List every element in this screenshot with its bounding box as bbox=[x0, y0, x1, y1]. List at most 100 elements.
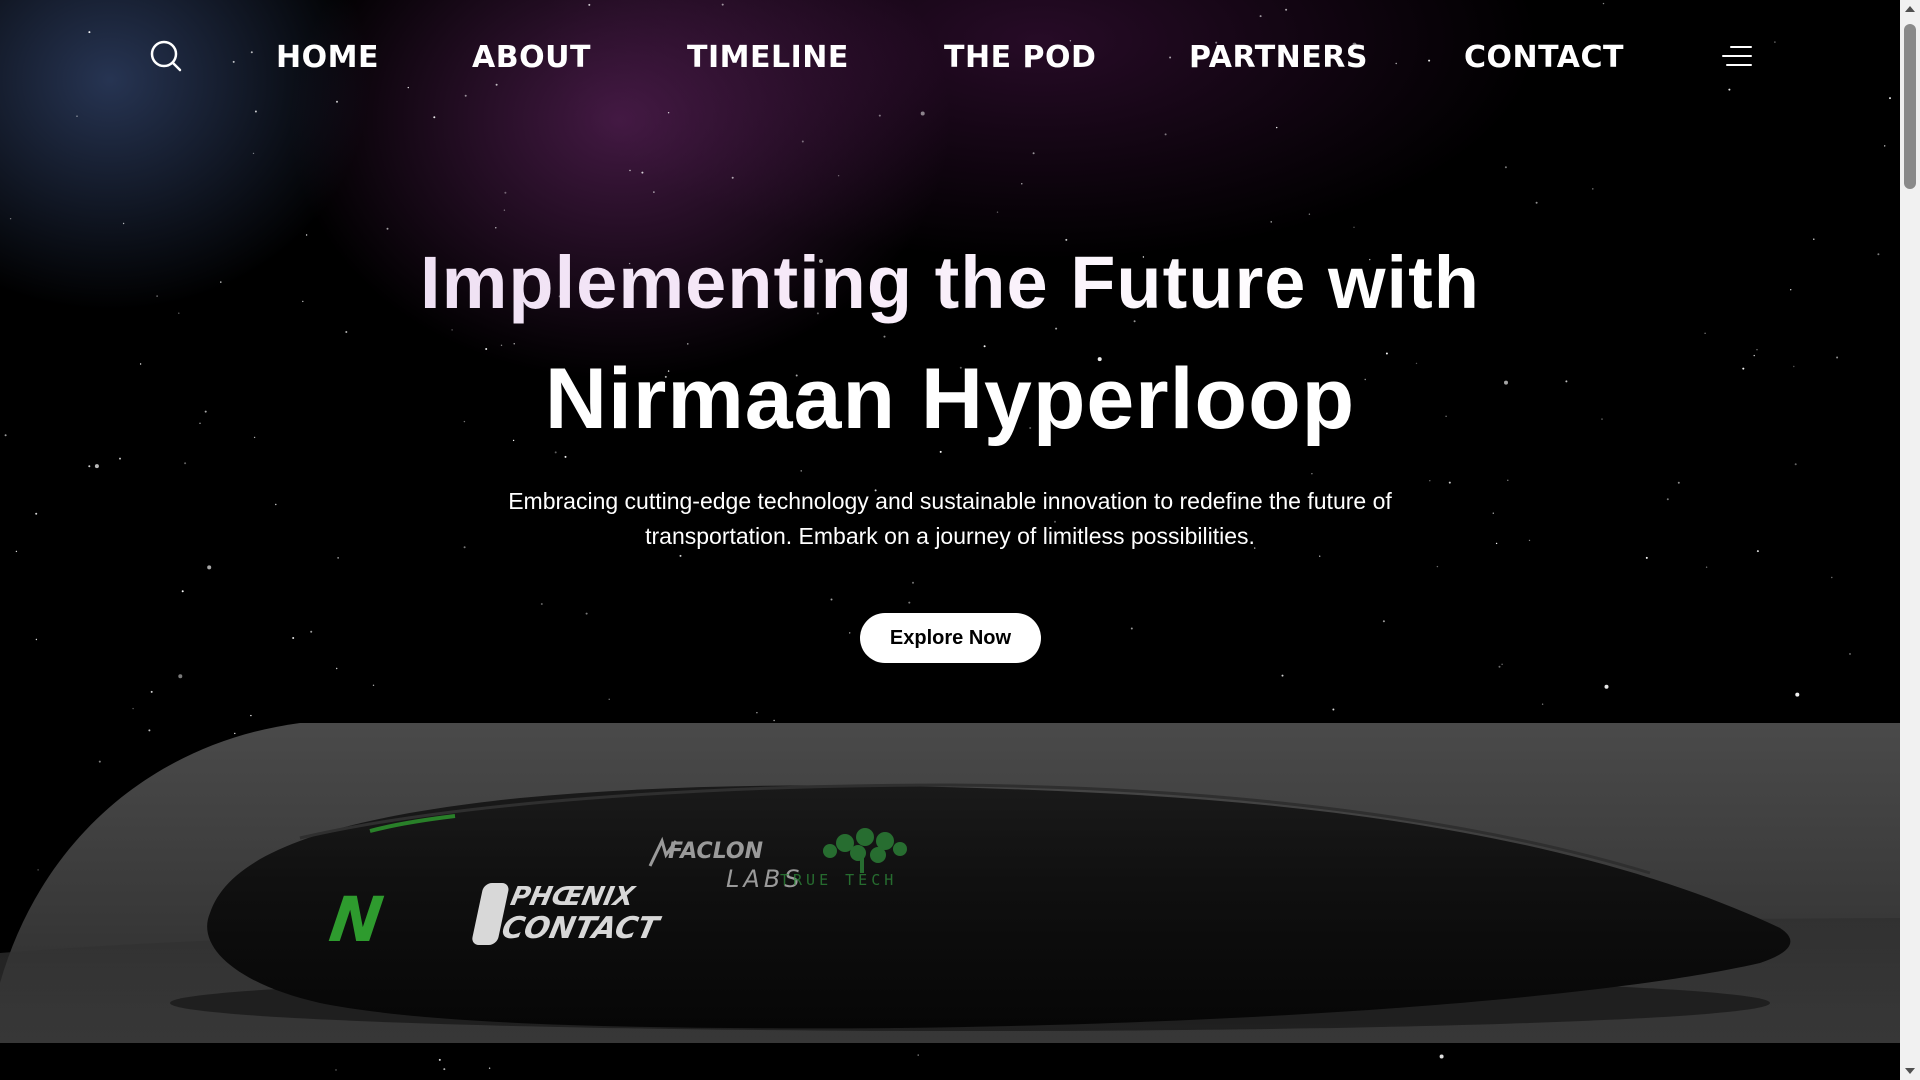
star bbox=[88, 465, 91, 468]
star bbox=[1439, 1054, 1444, 1059]
star bbox=[608, 698, 610, 700]
hero-subtitle: Embracing cutting-edge technology and su… bbox=[508, 488, 1392, 549]
star bbox=[917, 1054, 919, 1056]
nav-partners-link[interactable]: PARTNERS bbox=[1189, 40, 1368, 75]
star bbox=[1535, 201, 1538, 204]
star bbox=[310, 630, 313, 633]
star bbox=[837, 175, 840, 177]
star bbox=[513, 343, 515, 345]
star bbox=[178, 674, 183, 679]
star bbox=[503, 209, 506, 211]
star bbox=[292, 637, 295, 639]
nav-contact-link[interactable]: CONTACT bbox=[1464, 40, 1624, 75]
star bbox=[731, 176, 734, 179]
star bbox=[438, 1058, 441, 1061]
star bbox=[181, 590, 184, 593]
nav-about-link[interactable]: ABOUT bbox=[472, 40, 591, 75]
star bbox=[337, 557, 339, 559]
star bbox=[1501, 663, 1503, 665]
star bbox=[207, 565, 212, 570]
explore-now-button[interactable]: Explore Now bbox=[860, 613, 1041, 663]
star bbox=[801, 140, 804, 143]
pod-n-logo: N bbox=[325, 883, 387, 956]
star bbox=[908, 601, 911, 604]
star bbox=[1498, 665, 1501, 668]
star bbox=[687, 343, 689, 345]
star bbox=[564, 455, 567, 458]
nav-timeline-link[interactable]: TIMELINE bbox=[687, 40, 849, 75]
star bbox=[500, 344, 503, 346]
star bbox=[488, 1067, 491, 1069]
star bbox=[1436, 565, 1439, 568]
menu-icon[interactable] bbox=[1720, 44, 1752, 70]
star bbox=[1021, 183, 1023, 185]
star bbox=[1311, 473, 1313, 475]
star bbox=[122, 222, 125, 225]
star bbox=[386, 227, 389, 230]
star bbox=[336, 667, 338, 670]
star bbox=[540, 603, 543, 605]
star bbox=[1666, 498, 1669, 501]
star bbox=[1705, 566, 1708, 568]
star bbox=[629, 169, 631, 172]
star bbox=[1541, 703, 1544, 705]
star bbox=[1504, 166, 1507, 169]
pod-phoenix-logo-line2: CONTACT bbox=[499, 911, 664, 946]
star bbox=[585, 612, 588, 615]
menu-icon-line bbox=[1722, 55, 1752, 57]
star bbox=[1704, 332, 1706, 334]
star bbox=[830, 598, 833, 601]
star bbox=[1448, 481, 1451, 484]
star bbox=[996, 211, 999, 213]
star bbox=[119, 457, 121, 460]
star bbox=[1492, 512, 1495, 514]
page: HOME ABOUT TIMELINE THE POD PARTNERS CON… bbox=[0, 0, 1920, 1080]
star bbox=[756, 712, 758, 714]
star bbox=[1794, 463, 1797, 466]
star bbox=[679, 554, 682, 557]
scroll-down-arrow-icon[interactable] bbox=[1905, 1068, 1915, 1074]
star bbox=[1353, 226, 1355, 228]
star bbox=[9, 218, 12, 220]
scroll-up-arrow-icon[interactable] bbox=[1905, 6, 1915, 12]
star bbox=[1055, 327, 1058, 330]
scrollbar-thumb[interactable] bbox=[1904, 24, 1916, 189]
star bbox=[1032, 152, 1035, 155]
star bbox=[250, 714, 252, 717]
star bbox=[1795, 692, 1800, 697]
hero-title-line1: Implementing the Future with bbox=[0, 240, 1900, 325]
star bbox=[495, 227, 497, 229]
nav-home-link[interactable]: HOME bbox=[276, 40, 379, 75]
star bbox=[451, 329, 453, 331]
menu-icon-line bbox=[1726, 64, 1752, 66]
star bbox=[1164, 133, 1167, 136]
pod-faclon-logo-line1: FACLON bbox=[668, 839, 763, 864]
star bbox=[305, 234, 308, 236]
menu-icon-line bbox=[1730, 46, 1752, 48]
hero-title-line2: Nirmaan Hyperloop bbox=[544, 351, 1356, 447]
star bbox=[554, 451, 557, 454]
star bbox=[1319, 555, 1321, 557]
nav-the-pod-link[interactable]: THE POD bbox=[944, 40, 1096, 75]
star bbox=[883, 335, 886, 338]
star bbox=[849, 632, 851, 634]
star bbox=[1677, 481, 1680, 484]
star bbox=[939, 450, 942, 453]
star bbox=[1270, 221, 1272, 223]
star bbox=[1332, 708, 1335, 711]
star bbox=[773, 719, 775, 722]
star bbox=[275, 503, 277, 506]
star bbox=[35, 512, 38, 515]
star bbox=[1592, 188, 1594, 190]
pod-truetech-logo: TRUE TECH bbox=[780, 871, 897, 889]
star bbox=[1276, 126, 1278, 129]
star bbox=[1528, 539, 1531, 542]
vertical-scrollbar[interactable] bbox=[1900, 0, 1920, 1080]
search-icon[interactable] bbox=[148, 38, 184, 74]
pod-hero-image: N PHŒNIX CONTACT FACLON LABS TRUE TECH bbox=[0, 723, 1900, 1043]
star bbox=[1429, 480, 1431, 482]
pod-phoenix-logo-line1: PHŒNIX bbox=[508, 882, 639, 912]
star bbox=[35, 638, 38, 641]
star bbox=[1849, 653, 1851, 655]
star bbox=[94, 464, 99, 469]
